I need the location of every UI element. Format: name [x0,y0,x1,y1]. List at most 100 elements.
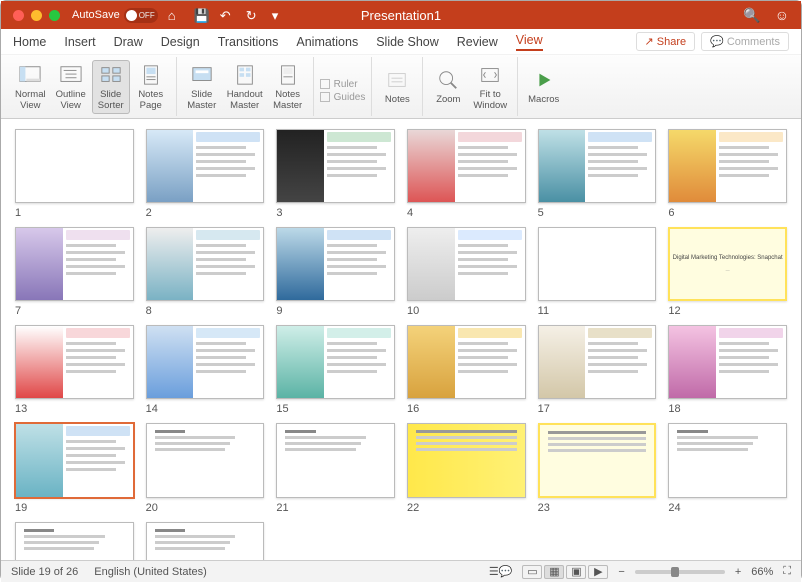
slide-thumb-14[interactable]: 14 [146,325,265,415]
slide-thumb-9[interactable]: 9 [276,227,395,317]
status-language[interactable]: English (United States) [94,566,207,578]
tab-view[interactable]: View [516,33,543,51]
normal-view-icon [18,63,42,87]
minimize-window[interactable] [31,10,42,21]
account-icon[interactable]: ☺ [775,7,789,24]
slide-number: 12 [668,305,787,317]
share-button[interactable]: ↗Share [636,32,696,51]
redo-icon[interactable]: ↻ [246,8,260,22]
macros-button[interactable]: Macros [524,66,563,107]
slide-thumb-10[interactable]: 10 [407,227,526,317]
slide-thumb-24[interactable]: 24 [668,423,787,513]
slide-number: 20 [146,502,265,514]
slide-thumb-5[interactable]: 5 [538,129,657,219]
fit-to-window-button[interactable]: Fit to Window [469,61,511,113]
slide-number: 18 [668,403,787,415]
outline-view-icon [59,63,83,87]
ribbon-view: Normal View Outline View Slide Sorter No… [1,55,801,119]
zoom-button[interactable]: Zoom [429,66,467,107]
autosave-toggle[interactable]: AutoSave OFF [72,8,158,23]
slide-number: 23 [538,502,657,514]
handout-master-button[interactable]: Handout Master [223,61,267,113]
group-presentation-views: Normal View Outline View Slide Sorter No… [5,57,176,116]
slide-thumb-6[interactable]: 6 [668,129,787,219]
slide-thumb-18[interactable]: 18 [668,325,787,415]
notes-status-icon[interactable]: ☰💬 [489,565,513,578]
normal-view-status[interactable]: ▭ [522,565,542,579]
undo-icon[interactable]: ↶ [220,8,234,22]
slide-master-button[interactable]: Slide Master [183,61,221,113]
group-zoom: Zoom Fit to Window [422,57,517,116]
slide-thumb-13[interactable]: 13 [15,325,134,415]
search-icon[interactable]: 🔍 [743,7,760,24]
normal-view-button[interactable]: Normal View [11,61,50,113]
zoom-in[interactable]: + [735,566,741,578]
comments-button[interactable]: 💬Comments [701,32,789,51]
ribbon-tabs: Home Insert Draw Design Transitions Anim… [1,29,801,55]
slide-thumb-20[interactable]: 20 [146,423,265,513]
slide-number: 21 [276,502,395,514]
slide-thumb-8[interactable]: 8 [146,227,265,317]
slide-number: 7 [15,305,134,317]
close-window[interactable] [13,10,24,21]
slide-thumb-15[interactable]: 15 [276,325,395,415]
slide-number: 9 [276,305,395,317]
slide-thumb-3[interactable]: 3 [276,129,395,219]
zoom-level[interactable]: 66% [751,566,773,578]
tab-transitions[interactable]: Transitions [218,35,279,49]
autosave-label: AutoSave [72,9,120,21]
notes-icon [385,68,409,92]
fit-to-window-status[interactable]: ⛶ [783,565,791,578]
share-icon: ↗ [645,35,654,48]
overflow-icon[interactable]: ▾ [272,8,286,22]
notes-master-button[interactable]: Notes Master [269,61,307,113]
slide-thumb-23[interactable]: 23 [538,423,657,513]
slide-sorter-area[interactable]: 1234567891011Digital Marketing Technolog… [1,119,801,560]
slide-thumb-12[interactable]: Digital Marketing Technologies: Snapchat… [668,227,787,317]
slide-master-icon [190,63,214,87]
maximize-window[interactable] [49,10,60,21]
tab-slideshow[interactable]: Slide Show [376,35,439,49]
slide-number: 15 [276,403,395,415]
notes-page-button[interactable]: Notes Page [132,61,170,113]
slide-thumb-7[interactable]: 7 [15,227,134,317]
tab-insert[interactable]: Insert [64,35,95,49]
tab-draw[interactable]: Draw [114,35,143,49]
slide-thumb-2[interactable]: 2 [146,129,265,219]
slide-number: 4 [407,207,526,219]
status-slide: Slide 19 of 26 [11,566,78,578]
slide-number: 17 [538,403,657,415]
slide-thumb-4[interactable]: 4 [407,129,526,219]
tab-animations[interactable]: Animations [296,35,358,49]
slide-thumb-22[interactable]: 22 [407,423,526,513]
slide-thumb-21[interactable]: 21 [276,423,395,513]
notes-button: Notes [378,66,416,107]
notes-page-icon [139,63,163,87]
slide-sorter-button[interactable]: Slide Sorter [92,60,130,114]
tab-review[interactable]: Review [457,35,498,49]
status-bar: Slide 19 of 26 English (United States) ☰… [1,560,801,582]
zoom-slider[interactable] [635,570,725,574]
zoom-out[interactable]: − [618,566,624,578]
slide-number: 10 [407,305,526,317]
comment-icon: 💬 [710,35,724,48]
slide-thumb-1[interactable]: 1 [15,129,134,219]
slide-number: 8 [146,305,265,317]
tab-home[interactable]: Home [13,35,46,49]
slide-thumb-16[interactable]: 16 [407,325,526,415]
slide-thumb-17[interactable]: 17 [538,325,657,415]
slide-number: 3 [276,207,395,219]
save-icon[interactable]: 💾 [194,8,208,22]
slide-number: 13 [15,403,134,415]
slide-thumb-26[interactable]: 26 [146,522,265,560]
slide-thumb-19[interactable]: 19 [15,423,134,513]
slideshow-view-status[interactable]: ▶ [588,565,608,579]
slide-thumb-11[interactable]: 11 [538,227,657,317]
slide-thumb-25[interactable]: 25 [15,522,134,560]
reading-view-status[interactable]: ▣ [566,565,586,579]
home-icon[interactable]: ⌂ [168,8,182,22]
outline-view-button[interactable]: Outline View [52,61,90,113]
sorter-view-status[interactable]: ▦ [544,565,564,579]
tab-design[interactable]: Design [161,35,200,49]
slide-number: 22 [407,502,526,514]
